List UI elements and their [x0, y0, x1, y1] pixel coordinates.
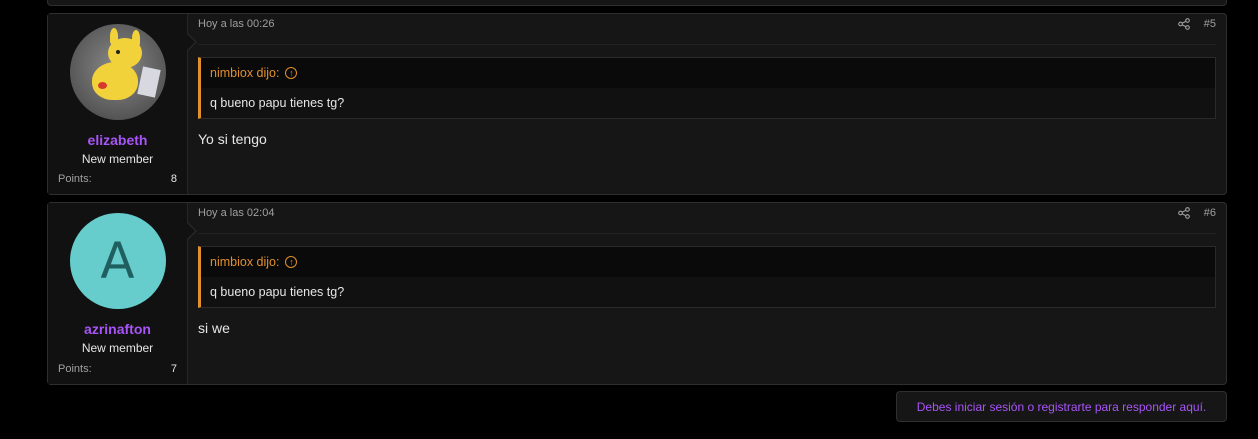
post-meta: Hoy a las 00:26 #5: [198, 18, 1216, 45]
arrow-up-circle-icon[interactable]: ↑: [285, 67, 298, 79]
quote-header[interactable]: nimbiox dijo: ↑: [201, 58, 1215, 88]
quote-block: nimbiox dijo: ↑ q bueno papu tienes tg?: [198, 57, 1216, 119]
post-content: Hoy a las 02:04 #6 nimbiox dijo: ↑ q bue…: [188, 203, 1226, 384]
post-message: Yo si tengo: [198, 131, 267, 147]
post-timestamp[interactable]: Hoy a las 02:04: [198, 207, 274, 219]
user-info: elizabeth New member Points: 8: [48, 14, 197, 194]
arrow-up-circle-icon[interactable]: ↑: [285, 256, 298, 268]
avatar[interactable]: A: [69, 213, 166, 309]
post-6: A azrinafton New member Points: 7 Hoy a …: [47, 202, 1227, 385]
points-row: Points: 8: [58, 173, 177, 185]
post-number[interactable]: #6: [1204, 207, 1216, 219]
quote-text: q bueno papu tienes tg?: [201, 277, 1215, 307]
quote-block: nimbiox dijo: ↑ q bueno papu tienes tg?: [198, 246, 1216, 308]
points-label: Points:: [58, 173, 92, 185]
points-row: Points: 7: [58, 363, 177, 375]
post-number[interactable]: #5: [1204, 18, 1216, 30]
post-content: Hoy a las 00:26 #5 nimbiox dijo: ↑ q bue…: [188, 14, 1226, 194]
points-label: Points:: [58, 363, 92, 375]
points-value: 7: [170, 363, 177, 375]
username[interactable]: elizabeth: [88, 132, 148, 148]
quote-text: q bueno papu tienes tg?: [201, 88, 1215, 118]
username[interactable]: azrinafton: [84, 321, 151, 337]
share-icon[interactable]: [1177, 18, 1190, 30]
quote-author[interactable]: nimbiox dijo:: [210, 255, 279, 269]
login-to-reply-link[interactable]: Debes iniciar sesión o registrarte para …: [896, 391, 1227, 422]
post-message: si we: [198, 320, 230, 336]
share-icon[interactable]: [1177, 207, 1190, 219]
points-value: 8: [170, 173, 177, 185]
post-timestamp[interactable]: Hoy a las 00:26: [198, 18, 274, 30]
quote-author[interactable]: nimbiox dijo:: [210, 66, 279, 80]
quote-header[interactable]: nimbiox dijo: ↑: [201, 247, 1215, 277]
previous-post-edge: [47, 0, 1227, 6]
post-5: elizabeth New member Points: 8 Hoy a las…: [47, 13, 1227, 195]
user-title: New member: [81, 152, 154, 166]
user-title: New member: [81, 341, 154, 355]
user-info: A azrinafton New member Points: 7: [48, 203, 197, 384]
post-meta: Hoy a las 02:04 #6: [198, 207, 1216, 234]
avatar[interactable]: [69, 24, 166, 120]
